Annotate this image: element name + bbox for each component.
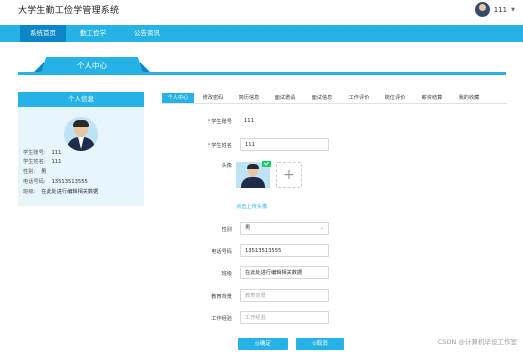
info-card-title: 个人信息 bbox=[18, 92, 144, 107]
user-menu[interactable]: 111 ▼ bbox=[474, 2, 515, 17]
tab-salary[interactable]: 薪资结算 bbox=[417, 93, 447, 103]
confirm-button[interactable]: ◎确定 bbox=[238, 338, 288, 350]
tab-post-evaluation[interactable]: 岗位评价 bbox=[380, 93, 410, 103]
app-title: 大学生勤工俭学管理系统 bbox=[18, 6, 120, 16]
account-label: *学生账号 bbox=[207, 119, 232, 125]
work-input[interactable] bbox=[240, 311, 329, 324]
tab-resume[interactable]: 简历信息 bbox=[234, 93, 264, 103]
upload-add-button[interactable]: + bbox=[276, 162, 302, 188]
name-label: *学生姓名 bbox=[207, 143, 232, 149]
education-input[interactable] bbox=[240, 289, 329, 302]
profile-avatar bbox=[64, 117, 98, 151]
username[interactable]: 111 bbox=[494, 6, 507, 14]
info-row-account: 学生账号: 111 bbox=[23, 150, 62, 156]
info-row-class: 班级: 在此处进行编辑相关数据 bbox=[23, 189, 99, 195]
tab-change-password[interactable]: 修改密码 bbox=[198, 93, 228, 103]
info-row-gender: 性别: 男 bbox=[23, 169, 47, 175]
check-icon bbox=[262, 161, 271, 167]
name-input[interactable] bbox=[240, 138, 329, 151]
work-label: 工作经验 bbox=[211, 316, 232, 322]
tab-favorites[interactable]: 我的收藏 bbox=[454, 93, 484, 103]
account-value: 111 bbox=[244, 118, 254, 124]
phone-label: 电话号码 bbox=[211, 249, 232, 255]
avatar-label: 头像 bbox=[221, 163, 232, 169]
nav-item-home[interactable]: 系统首页 bbox=[20, 25, 66, 42]
phone-input[interactable] bbox=[240, 244, 329, 257]
upload-hint[interactable]: 点击上传头像 bbox=[236, 203, 267, 210]
class-label: 班级 bbox=[221, 271, 232, 277]
main-nav: 系统首页 勤工俭学 公告资讯 bbox=[0, 25, 523, 42]
chevron-down-icon[interactable]: ▼ bbox=[511, 7, 515, 13]
education-label: 教育背景 bbox=[211, 294, 232, 300]
info-row-name: 学生姓名: 111 bbox=[23, 159, 62, 165]
class-input[interactable] bbox=[240, 266, 329, 279]
chevron-down-icon: ⌄ bbox=[319, 225, 324, 231]
personal-info-card: 个人信息 学生账号: 111 学生姓名: 111 性别: 男 电话号码: 1351351… bbox=[18, 92, 144, 206]
nav-item-workstudy[interactable]: 勤工俭学 bbox=[70, 25, 116, 42]
tab-personal-center[interactable]: 个人中心 bbox=[162, 93, 194, 103]
user-avatar[interactable] bbox=[474, 2, 490, 17]
tab-interview-info[interactable]: 面试信息 bbox=[307, 93, 337, 103]
tab-work-evaluation[interactable]: 工作评价 bbox=[344, 93, 374, 103]
cancel-button[interactable]: ⊙取消 bbox=[296, 338, 344, 350]
nav-item-news[interactable]: 公告资讯 bbox=[124, 25, 170, 42]
tab-interview-invite[interactable]: 面试邀请 bbox=[270, 93, 300, 103]
gender-select[interactable]: 男 ⌄ bbox=[240, 222, 329, 235]
watermark: CSDN @计算机毕设工作室 bbox=[437, 338, 517, 346]
info-row-phone: 电话号码: 13513513555 bbox=[23, 179, 88, 185]
top-bar: 大学生勤工俭学管理系统 111 ▼ bbox=[0, 0, 523, 22]
profile-tabs: 个人中心 修改密码 简历信息 面试邀请 面试信息 工作评价 岗位评价 薪资结算 … bbox=[162, 92, 507, 104]
gender-label: 性别 bbox=[221, 227, 232, 233]
page-title: 个人中心 bbox=[77, 61, 107, 70]
